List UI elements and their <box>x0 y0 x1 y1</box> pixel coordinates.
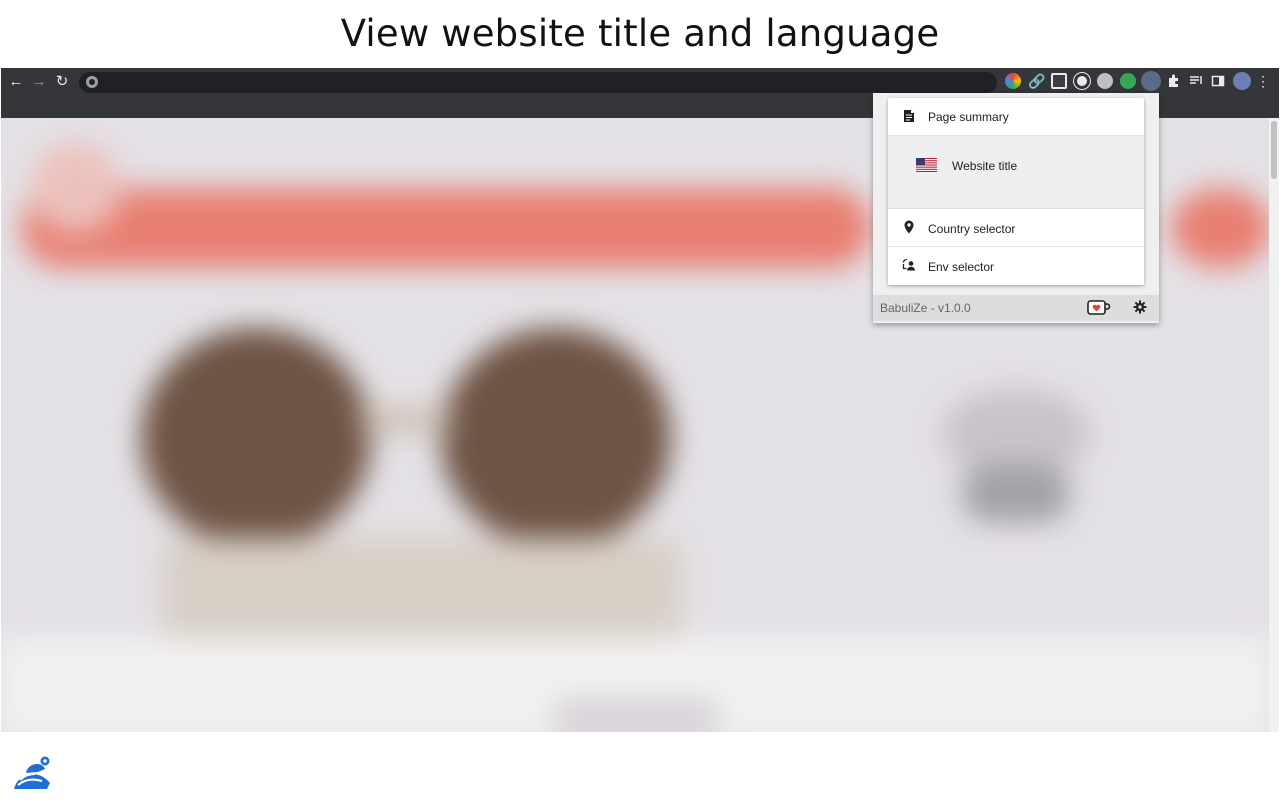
babulize-logo <box>14 756 50 789</box>
screenshot-stage: View website title and language ← → ↻ 🔗 <box>0 0 1280 800</box>
blurred-right-lens <box>441 328 671 548</box>
document-icon <box>904 110 914 122</box>
location-pin-icon <box>904 220 914 234</box>
blurred-logo-shape <box>31 143 121 233</box>
country-selector-label: Country selector <box>928 222 1016 236</box>
env-switch-icon <box>902 258 915 271</box>
forward-icon[interactable]: → <box>29 72 49 92</box>
window-extension-icon[interactable] <box>1051 73 1067 89</box>
babulize-extension-icon[interactable] <box>1141 71 1161 91</box>
blurred-banner-end <box>1171 188 1269 268</box>
menu-item-country-selector[interactable]: Country selector <box>888 209 1144 247</box>
reading-list-icon[interactable] <box>1188 73 1204 89</box>
grammar-extension-icon[interactable] <box>1073 72 1091 90</box>
site-info-icon[interactable] <box>86 76 98 88</box>
browser-menu-icon[interactable]: ⋮ <box>1256 72 1270 90</box>
blurred-bottom-pill <box>551 698 721 732</box>
babulize-popup: Page summary Website title Country selec… <box>873 93 1159 323</box>
blurred-left-lens <box>141 328 371 548</box>
reload-icon[interactable]: ↻ <box>52 72 72 92</box>
popup-menu-card: Page summary Website title Country selec… <box>888 98 1144 285</box>
back-icon[interactable]: ← <box>6 72 26 92</box>
blurred-side-button <box>961 463 1071 523</box>
translate-extension-icon[interactable] <box>1097 73 1113 89</box>
profile-avatar[interactable] <box>1233 72 1251 90</box>
page-headline: View website title and language <box>340 12 940 55</box>
page-scrollbar[interactable] <box>1269 118 1279 732</box>
coffee-heart-icon[interactable] <box>1087 299 1111 316</box>
menu-item-page-summary[interactable]: Page summary <box>888 98 1144 136</box>
green-extension-icon[interactable] <box>1120 73 1136 89</box>
menu-item-env-selector[interactable]: Env selector <box>888 247 1144 285</box>
link-extension-icon[interactable]: 🔗 <box>1028 73 1045 89</box>
address-bar[interactable] <box>79 72 997 93</box>
blurred-banner <box>21 188 871 268</box>
gear-icon[interactable] <box>1133 300 1147 314</box>
extensions-puzzle-icon[interactable] <box>1166 73 1182 89</box>
website-title-label: Website title <box>952 159 1018 173</box>
env-selector-label: Env selector <box>928 260 995 274</box>
scrollbar-thumb[interactable] <box>1271 121 1277 179</box>
version-label: BabuliZe - v1.0.0 <box>880 301 971 315</box>
side-panel-icon[interactable] <box>1210 73 1226 89</box>
blurred-bridge <box>361 408 451 432</box>
popup-footer: BabuliZe - v1.0.0 <box>873 295 1159 321</box>
color-picker-extension-icon[interactable] <box>1005 73 1021 89</box>
menu-item-website-title[interactable]: Website title <box>888 136 1144 209</box>
us-flag-icon <box>916 158 937 172</box>
page-summary-label: Page summary <box>928 110 1009 124</box>
